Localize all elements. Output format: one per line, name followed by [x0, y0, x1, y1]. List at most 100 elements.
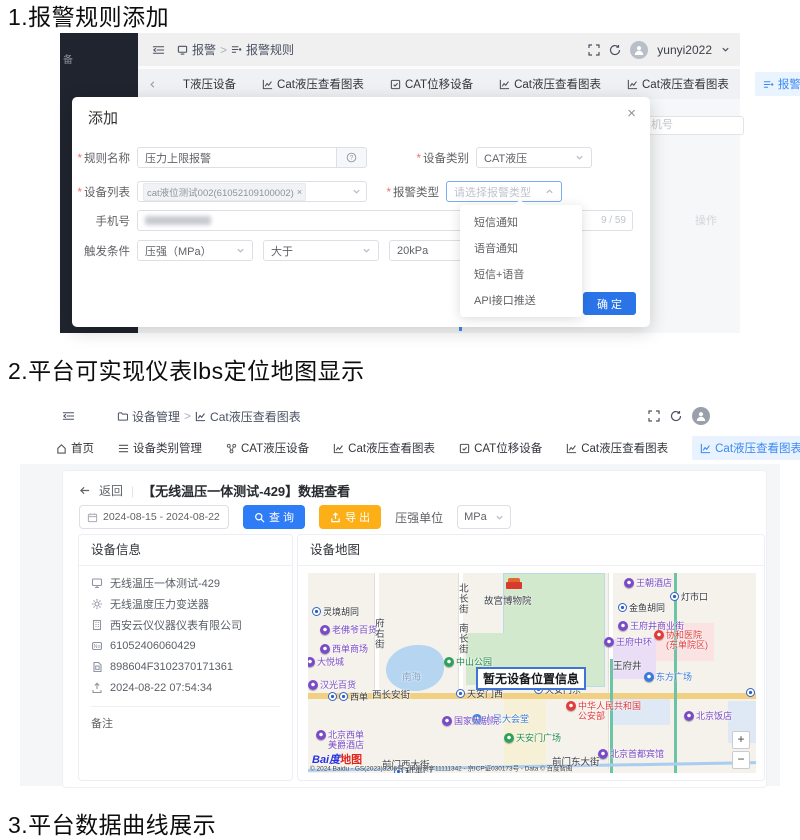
- chart-icon: [195, 411, 206, 422]
- search-icon: [254, 512, 265, 523]
- map-poi-label: 王府中环: [616, 637, 653, 647]
- fullscreen-icon[interactable]: [588, 43, 600, 56]
- date-range-picker[interactable]: 2024-08-15 - 2024-08-22: [79, 505, 229, 529]
- home-icon: [56, 443, 67, 454]
- query-button[interactable]: 查 询: [243, 505, 306, 529]
- phone-filter-input[interactable]: 机号: [638, 116, 744, 135]
- device-info-row: 西安云仪仪器仪表有限公司: [79, 614, 292, 635]
- trigger-metric-select[interactable]: 压强（MPa）: [137, 240, 253, 261]
- breadcrumb-item[interactable]: 报警: [192, 41, 216, 58]
- alarm-type-option[interactable]: 短信+语音: [460, 261, 582, 287]
- collapse-menu-icon[interactable]: [152, 44, 165, 56]
- s2-tab-7[interactable]: Cat液压查看图表×: [692, 436, 800, 460]
- map-pin-icon: [654, 630, 664, 640]
- avatar[interactable]: [630, 40, 649, 59]
- map-poi: 王府中环: [604, 637, 652, 647]
- zoom-in-button[interactable]: +: [732, 731, 750, 749]
- map-poi: 中华人民共和国 公安部: [566, 701, 641, 722]
- map-poi: 老佛爷百货: [320, 625, 377, 635]
- alarm-type-option[interactable]: 短信通知: [460, 209, 582, 235]
- tab-bar: T液压设备 Cat液压查看图表 CAT位移设备 Cat液压查看图表 Cat液压查看图表 报…: [138, 69, 800, 99]
- chevron-down-icon: [575, 153, 584, 162]
- top-header: 报警 > 报警规则 yunyi2022: [138, 33, 740, 66]
- chevron-down-icon[interactable]: [721, 45, 730, 54]
- s2-tab-2[interactable]: 设备类别管理: [118, 440, 202, 456]
- rule-icon: [763, 79, 774, 90]
- rule-name-input[interactable]: 压力上限报警: [137, 147, 337, 168]
- map-poi: 府右街: [372, 618, 384, 650]
- breadcrumb-item[interactable]: Cat液压查看图表: [210, 408, 301, 425]
- unit-select[interactable]: MPa: [457, 505, 512, 529]
- avatar[interactable]: [692, 407, 710, 425]
- upload-icon: [91, 682, 103, 694]
- device-info-value: 无线温压一体测试-429: [110, 577, 221, 590]
- s2-tab-1[interactable]: 首页: [56, 440, 94, 456]
- trigger-operator-select[interactable]: 大于: [263, 240, 379, 261]
- sidebar-fragment: 备: [63, 55, 73, 66]
- map-pin-icon: [328, 692, 337, 701]
- s1-tab-4[interactable]: Cat液压查看图表: [499, 76, 601, 92]
- map-pin-icon: [670, 592, 679, 601]
- alarm-type-dropdown: 短信通知 语音通知 短信+语音 API接口推送: [460, 205, 582, 317]
- device-list-multiselect[interactable]: cat液位测试002(61052109100002) ×: [137, 181, 367, 202]
- device-category-select[interactable]: CAT液压: [476, 147, 592, 168]
- username[interactable]: yunyi2022: [657, 43, 712, 57]
- svg-text:?: ?: [350, 155, 354, 162]
- map-pin-icon: [504, 733, 514, 743]
- chart-icon: [566, 443, 577, 454]
- tab-scroll-left-icon[interactable]: [148, 80, 157, 89]
- s1-tab-1[interactable]: T液压设备: [183, 76, 236, 92]
- s2-tab-5[interactable]: CAT位移设备: [459, 440, 542, 456]
- s1-tab-3[interactable]: CAT位移设备: [390, 76, 473, 92]
- export-button[interactable]: 导 出: [319, 505, 382, 529]
- alarm-type-label: * 报警类型: [386, 186, 439, 199]
- s1-tab-6[interactable]: 报警规则×: [754, 72, 800, 96]
- screenshot-alarm-rule: 备 仪 仪 报警 > 报警规则 yunyi2022 T液压设备Cat液压查看图表…: [60, 33, 800, 333]
- map-pin-icon: [308, 657, 315, 667]
- device-tag[interactable]: cat液位测试002(61052109100002) ×: [143, 182, 307, 201]
- breadcrumb-item[interactable]: 报警规则: [246, 41, 294, 58]
- s1-tab-2[interactable]: Cat液压查看图表: [262, 76, 364, 92]
- char-counter: 9 / 59: [600, 215, 626, 226]
- refresh-icon[interactable]: [670, 410, 682, 422]
- tab-label: Cat液压查看图表: [642, 79, 729, 91]
- fullscreen-icon[interactable]: [648, 410, 660, 422]
- help-icon[interactable]: ?: [337, 147, 367, 168]
- folder-icon: [117, 411, 128, 422]
- back-arrow-icon[interactable]: [79, 485, 91, 496]
- map-poi: 大悦城: [308, 657, 344, 667]
- map-poi-label: 大悦城: [317, 657, 345, 667]
- map-poi-label: 金鱼胡同: [629, 603, 666, 613]
- alarm-type-option[interactable]: 语音通知: [460, 235, 582, 261]
- s2-tab-3[interactable]: CAT液压设备: [226, 440, 309, 456]
- alarm-type-option[interactable]: API接口推送: [460, 287, 582, 313]
- map-poi: 北京西单 美爵酒店: [316, 730, 364, 751]
- confirm-button[interactable]: 确 定: [582, 292, 636, 315]
- chevron-up-icon: [545, 187, 554, 196]
- back-button[interactable]: 返回: [99, 482, 123, 499]
- tab-label: 首页: [71, 443, 94, 455]
- map-poi: 金鱼胡同: [618, 603, 665, 613]
- map-poi-label: 北京首都宾馆: [610, 749, 665, 759]
- map-poi: 灯市口: [670, 592, 708, 602]
- map-poi-label: 西长安街: [372, 690, 411, 701]
- tab-label: 设备类别管理: [133, 443, 202, 455]
- breadcrumb-item[interactable]: 设备管理: [132, 408, 180, 425]
- map-poi: 东方广场: [644, 672, 692, 682]
- s2-tab-6[interactable]: Cat液压查看图表: [566, 440, 668, 456]
- map-poi: 汉光百货: [308, 680, 356, 690]
- map-pin-icon: [456, 689, 465, 698]
- baidu-map[interactable]: 暂无设备位置信息 + − Bai度地图 © 2024 Baidu - GS(20…: [308, 573, 756, 773]
- s1-tab-5[interactable]: Cat液压查看图表: [627, 76, 729, 92]
- map-poi-label: 南长街: [456, 623, 468, 655]
- section-heading-1: 1.报警规则添加: [8, 4, 170, 30]
- dialog-close-icon[interactable]: ×: [627, 105, 636, 122]
- alarm-type-select[interactable]: 请选择报警类型: [446, 181, 562, 202]
- tag-close-icon[interactable]: ×: [297, 187, 302, 197]
- s2-tab-4[interactable]: Cat液压查看图表: [333, 440, 435, 456]
- refresh-icon[interactable]: [609, 44, 621, 56]
- device-info-value: 无线温度压力变送器: [110, 598, 209, 611]
- map-poi: 天安门广场: [504, 733, 561, 743]
- zoom-out-button[interactable]: −: [732, 751, 750, 769]
- collapse-menu-icon[interactable]: [62, 410, 75, 422]
